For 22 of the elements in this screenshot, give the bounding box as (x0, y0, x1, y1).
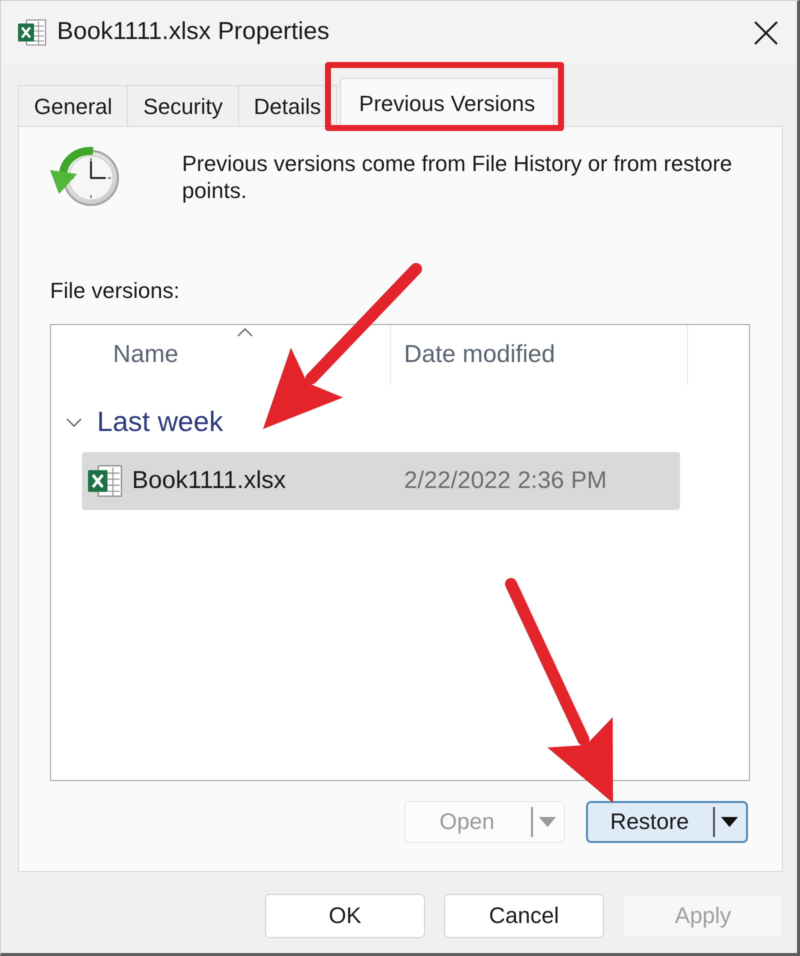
column-header[interactable]: Date modified (390, 325, 688, 385)
close-button[interactable] (753, 20, 779, 46)
file-versions-label: File versions: (50, 278, 180, 304)
dropdown-arrow-icon (721, 817, 738, 827)
dialog-button[interactable]: Cancel (444, 894, 604, 938)
spreadsheet-file-icon (88, 464, 122, 498)
dialog-button[interactable]: OK (265, 894, 425, 938)
tab[interactable]: Details (238, 85, 338, 126)
window-title: Book1111.xlsx Properties (57, 17, 330, 48)
tab[interactable]: General (18, 85, 128, 126)
file-row[interactable]: Book1111.xlsx 2/22/2022 2:36 PM (82, 452, 680, 510)
close-icon (753, 20, 779, 46)
tab[interactable]: Previous Versions (340, 78, 554, 127)
column-header[interactable]: Name (51, 325, 390, 385)
file-name: Book1111.xlsx (132, 466, 286, 494)
spreadsheet-file-icon (18, 19, 46, 46)
group-label: Last week (97, 405, 224, 439)
date-modified: 2/22/2022 2:36 PM (404, 466, 607, 496)
dropdown-arrow-icon (539, 817, 556, 827)
split-button[interactable]: Restore (586, 801, 748, 843)
description-text: Previous versions come from File History or from restore points. (182, 150, 734, 205)
chevron-icon[interactable] (66, 418, 82, 426)
